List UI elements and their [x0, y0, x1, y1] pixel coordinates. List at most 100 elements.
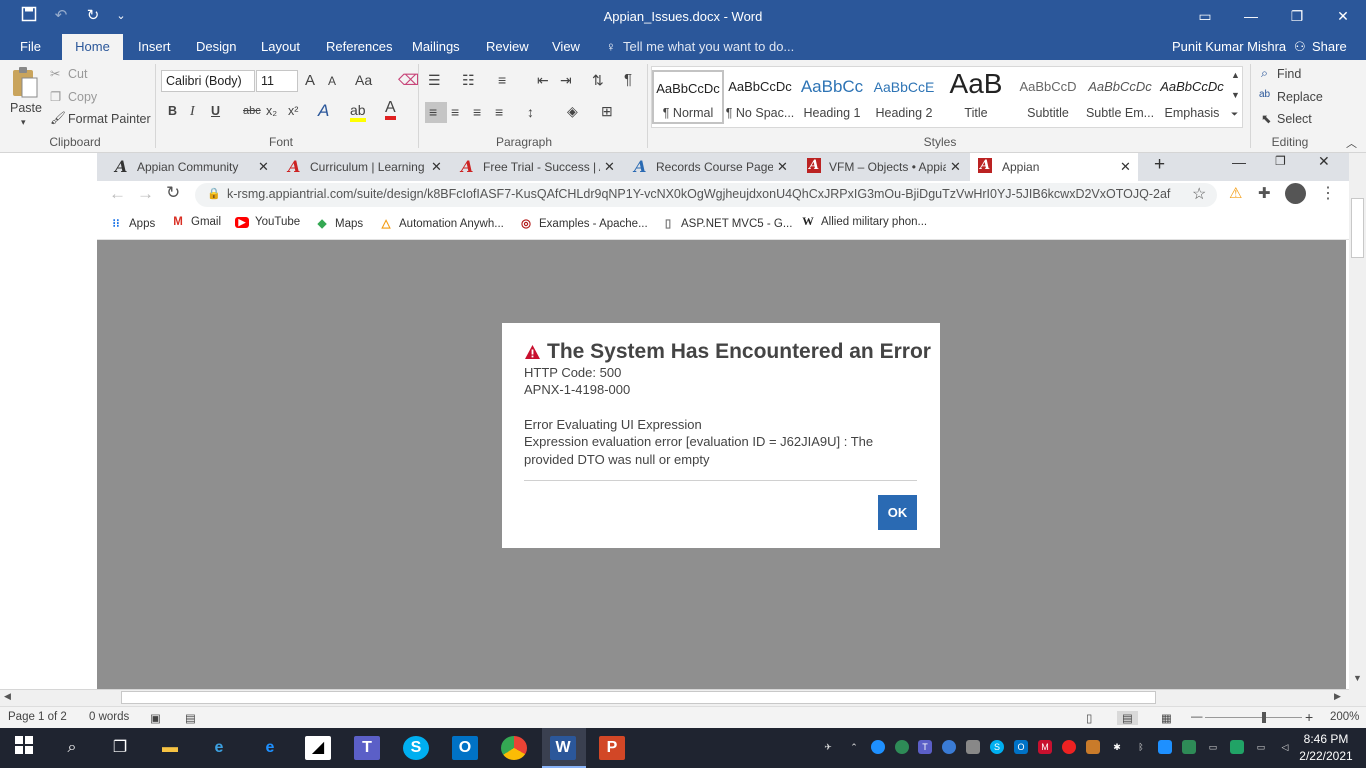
tab-mailings[interactable]: Mailings [412, 39, 460, 54]
new-tab-button[interactable]: + [1154, 154, 1165, 176]
superscript-button[interactable]: x² [288, 104, 298, 118]
sort-icon[interactable]: ⇅ [592, 72, 604, 89]
user-name[interactable]: Punit Kumar Mishra [1172, 39, 1286, 54]
bookmark-apps[interactable]: ⁝⁝ Apps [109, 216, 155, 230]
ok-button[interactable]: OK [878, 495, 917, 530]
share-button[interactable]: Share [1312, 39, 1347, 54]
bookmark-gmail[interactable]: M Gmail [171, 216, 221, 228]
bookmark-automation-anywhere[interactable]: △ Automation Anywh... [379, 216, 504, 230]
proofing-icon[interactable]: ▣ [150, 711, 161, 725]
tray-record-icon[interactable] [1062, 740, 1076, 754]
bookmark-aspnet[interactable]: ▯ ASP.NET MVC5 - G... [661, 216, 793, 230]
styles-scroll-up-icon[interactable]: ▲ [1231, 70, 1240, 80]
justify-icon[interactable]: ≡ [495, 104, 503, 120]
find-button[interactable]: Find [1277, 67, 1301, 81]
tray-teams-icon[interactable]: T [918, 740, 932, 754]
browser-tab[interactable]: A Curriculum | Learning a ✕ [288, 153, 460, 181]
close-button[interactable]: ✕ [1320, 0, 1366, 32]
page-count[interactable]: Page 1 of 2 [8, 711, 67, 723]
browser-tab[interactable]: A Records Course Page - ✕ [634, 153, 806, 181]
print-layout-icon[interactable]: ▤ [1117, 711, 1138, 725]
paste-button[interactable]: Paste [10, 101, 42, 115]
scroll-down-icon[interactable]: ▼ [1353, 673, 1362, 683]
bookmark-maps[interactable]: ◆ Maps [315, 216, 364, 230]
word-count[interactable]: 0 words [89, 711, 129, 723]
horizontal-scroll-thumb[interactable] [121, 691, 1156, 704]
numbering-icon[interactable]: ☷ [462, 72, 475, 89]
file-explorer-icon[interactable]: ▬ [157, 736, 183, 760]
powerpoint-icon[interactable]: P [599, 736, 625, 760]
strikethrough-button[interactable]: abc [243, 105, 261, 117]
style-subtitle[interactable]: AaBbCcD Subtitle [1012, 70, 1084, 124]
styles-scroll-down-icon[interactable]: ▼ [1231, 90, 1240, 100]
tab-view[interactable]: View [552, 39, 580, 54]
close-tab-icon[interactable]: ✕ [950, 159, 961, 175]
browser-close-button[interactable]: ✕ [1318, 153, 1330, 170]
outlook-icon[interactable]: O [452, 736, 478, 760]
ribbon-display-options-button[interactable]: ▭ [1182, 0, 1228, 32]
teams-icon[interactable]: T [354, 736, 380, 760]
italic-button[interactable]: I [190, 104, 195, 120]
style-normal[interactable]: AaBbCcDc ¶ Normal [652, 70, 724, 124]
shading-icon[interactable]: ◈ [567, 103, 578, 120]
underline-button[interactable]: U [211, 104, 220, 118]
zoom-in-icon[interactable]: + [1305, 709, 1313, 725]
style-emphasis[interactable]: AaBbCcDc Emphasis [1156, 70, 1228, 124]
cut-button[interactable]: Cut [68, 67, 87, 81]
close-tab-icon[interactable]: ✕ [777, 159, 788, 175]
zoom-slider[interactable] [1205, 717, 1302, 718]
skype-icon[interactable]: S [403, 736, 429, 760]
tab-insert[interactable]: Insert [138, 39, 171, 54]
align-right-icon[interactable]: ≡ [473, 104, 481, 120]
macro-icon[interactable]: ▤ [185, 711, 196, 725]
browser-tab[interactable]: A Appian Community ✕ [115, 153, 287, 181]
bookmark-examples-apache[interactable]: ◎ Examples - Apache... [519, 216, 648, 230]
close-tab-icon[interactable]: ✕ [1120, 159, 1131, 175]
clock-date[interactable]: 2/22/2021 [1298, 749, 1354, 763]
clear-formatting-icon[interactable]: ⌫ [398, 71, 419, 89]
bookmark-allied[interactable]: W Allied military phon... [801, 216, 927, 228]
style-subtle-emphasis[interactable]: AaBbCcDc Subtle Em... [1084, 70, 1156, 124]
tray-app5-icon[interactable] [1230, 740, 1244, 754]
bookmark-youtube[interactable]: ▶ YouTube [235, 216, 300, 228]
shrink-font-button[interactable]: A [328, 74, 336, 88]
scroll-right-icon[interactable]: ▶ [1334, 691, 1341, 702]
zoom-slider-thumb[interactable] [1262, 712, 1266, 723]
extensions-puzzle-icon[interactable]: ✚ [1258, 184, 1271, 202]
browser-menu-icon[interactable]: ⋮ [1320, 183, 1336, 203]
web-layout-icon[interactable]: ▦ [1161, 711, 1172, 725]
align-center-icon[interactable]: ≡ [451, 104, 459, 120]
volume-icon[interactable]: ◁ [1278, 740, 1292, 754]
tray-network-icon[interactable] [895, 740, 909, 754]
show-formatting-icon[interactable]: ¶ [624, 71, 632, 88]
tab-references[interactable]: References [326, 39, 392, 54]
replace-button[interactable]: Replace [1277, 90, 1323, 104]
tab-file[interactable]: File [20, 39, 41, 54]
select-button[interactable]: Select [1277, 112, 1312, 126]
multilevel-list-icon[interactable]: ≡ [498, 72, 506, 88]
task-view-icon[interactable]: ❐ [107, 736, 133, 760]
tray-airplane-icon[interactable]: ✈ [821, 740, 835, 754]
url-bar[interactable]: 🔒 k-rsmg.appiantrial.com/suite/design/k8… [195, 183, 1217, 207]
bluetooth-icon[interactable]: ᛒ [1134, 740, 1148, 754]
tray-app2-icon[interactable] [1086, 740, 1100, 754]
style-no-spacing[interactable]: AaBbCcDc ¶ No Spac... [724, 70, 796, 124]
font-size-box[interactable]: 11 [256, 70, 298, 92]
tray-app-icon[interactable] [871, 740, 885, 754]
windows-start-icon[interactable] [11, 736, 37, 760]
tray-settings-icon[interactable]: ✱ [1110, 740, 1124, 754]
bookmark-star-icon[interactable]: ☆ [1192, 184, 1206, 204]
tray-chevron-icon[interactable]: ⌃ [847, 740, 861, 754]
bullets-icon[interactable]: ☰ [428, 72, 441, 89]
lock-icon[interactable]: 🔒 [207, 187, 221, 200]
style-heading-1[interactable]: AaBbCc Heading 1 [796, 70, 868, 124]
tab-layout[interactable]: Layout [261, 39, 300, 54]
style-title[interactable]: AaB Title [940, 70, 1012, 124]
tray-globe-icon[interactable] [942, 740, 956, 754]
extension-automation-icon[interactable]: ⚠ [1229, 184, 1242, 202]
clock-time[interactable]: 8:46 PM [1300, 732, 1352, 746]
forward-icon[interactable]: → [137, 184, 154, 204]
profile-avatar-icon[interactable] [1285, 183, 1306, 204]
close-tab-icon[interactable]: ✕ [431, 159, 442, 175]
tray-app3-icon[interactable] [1158, 740, 1172, 754]
